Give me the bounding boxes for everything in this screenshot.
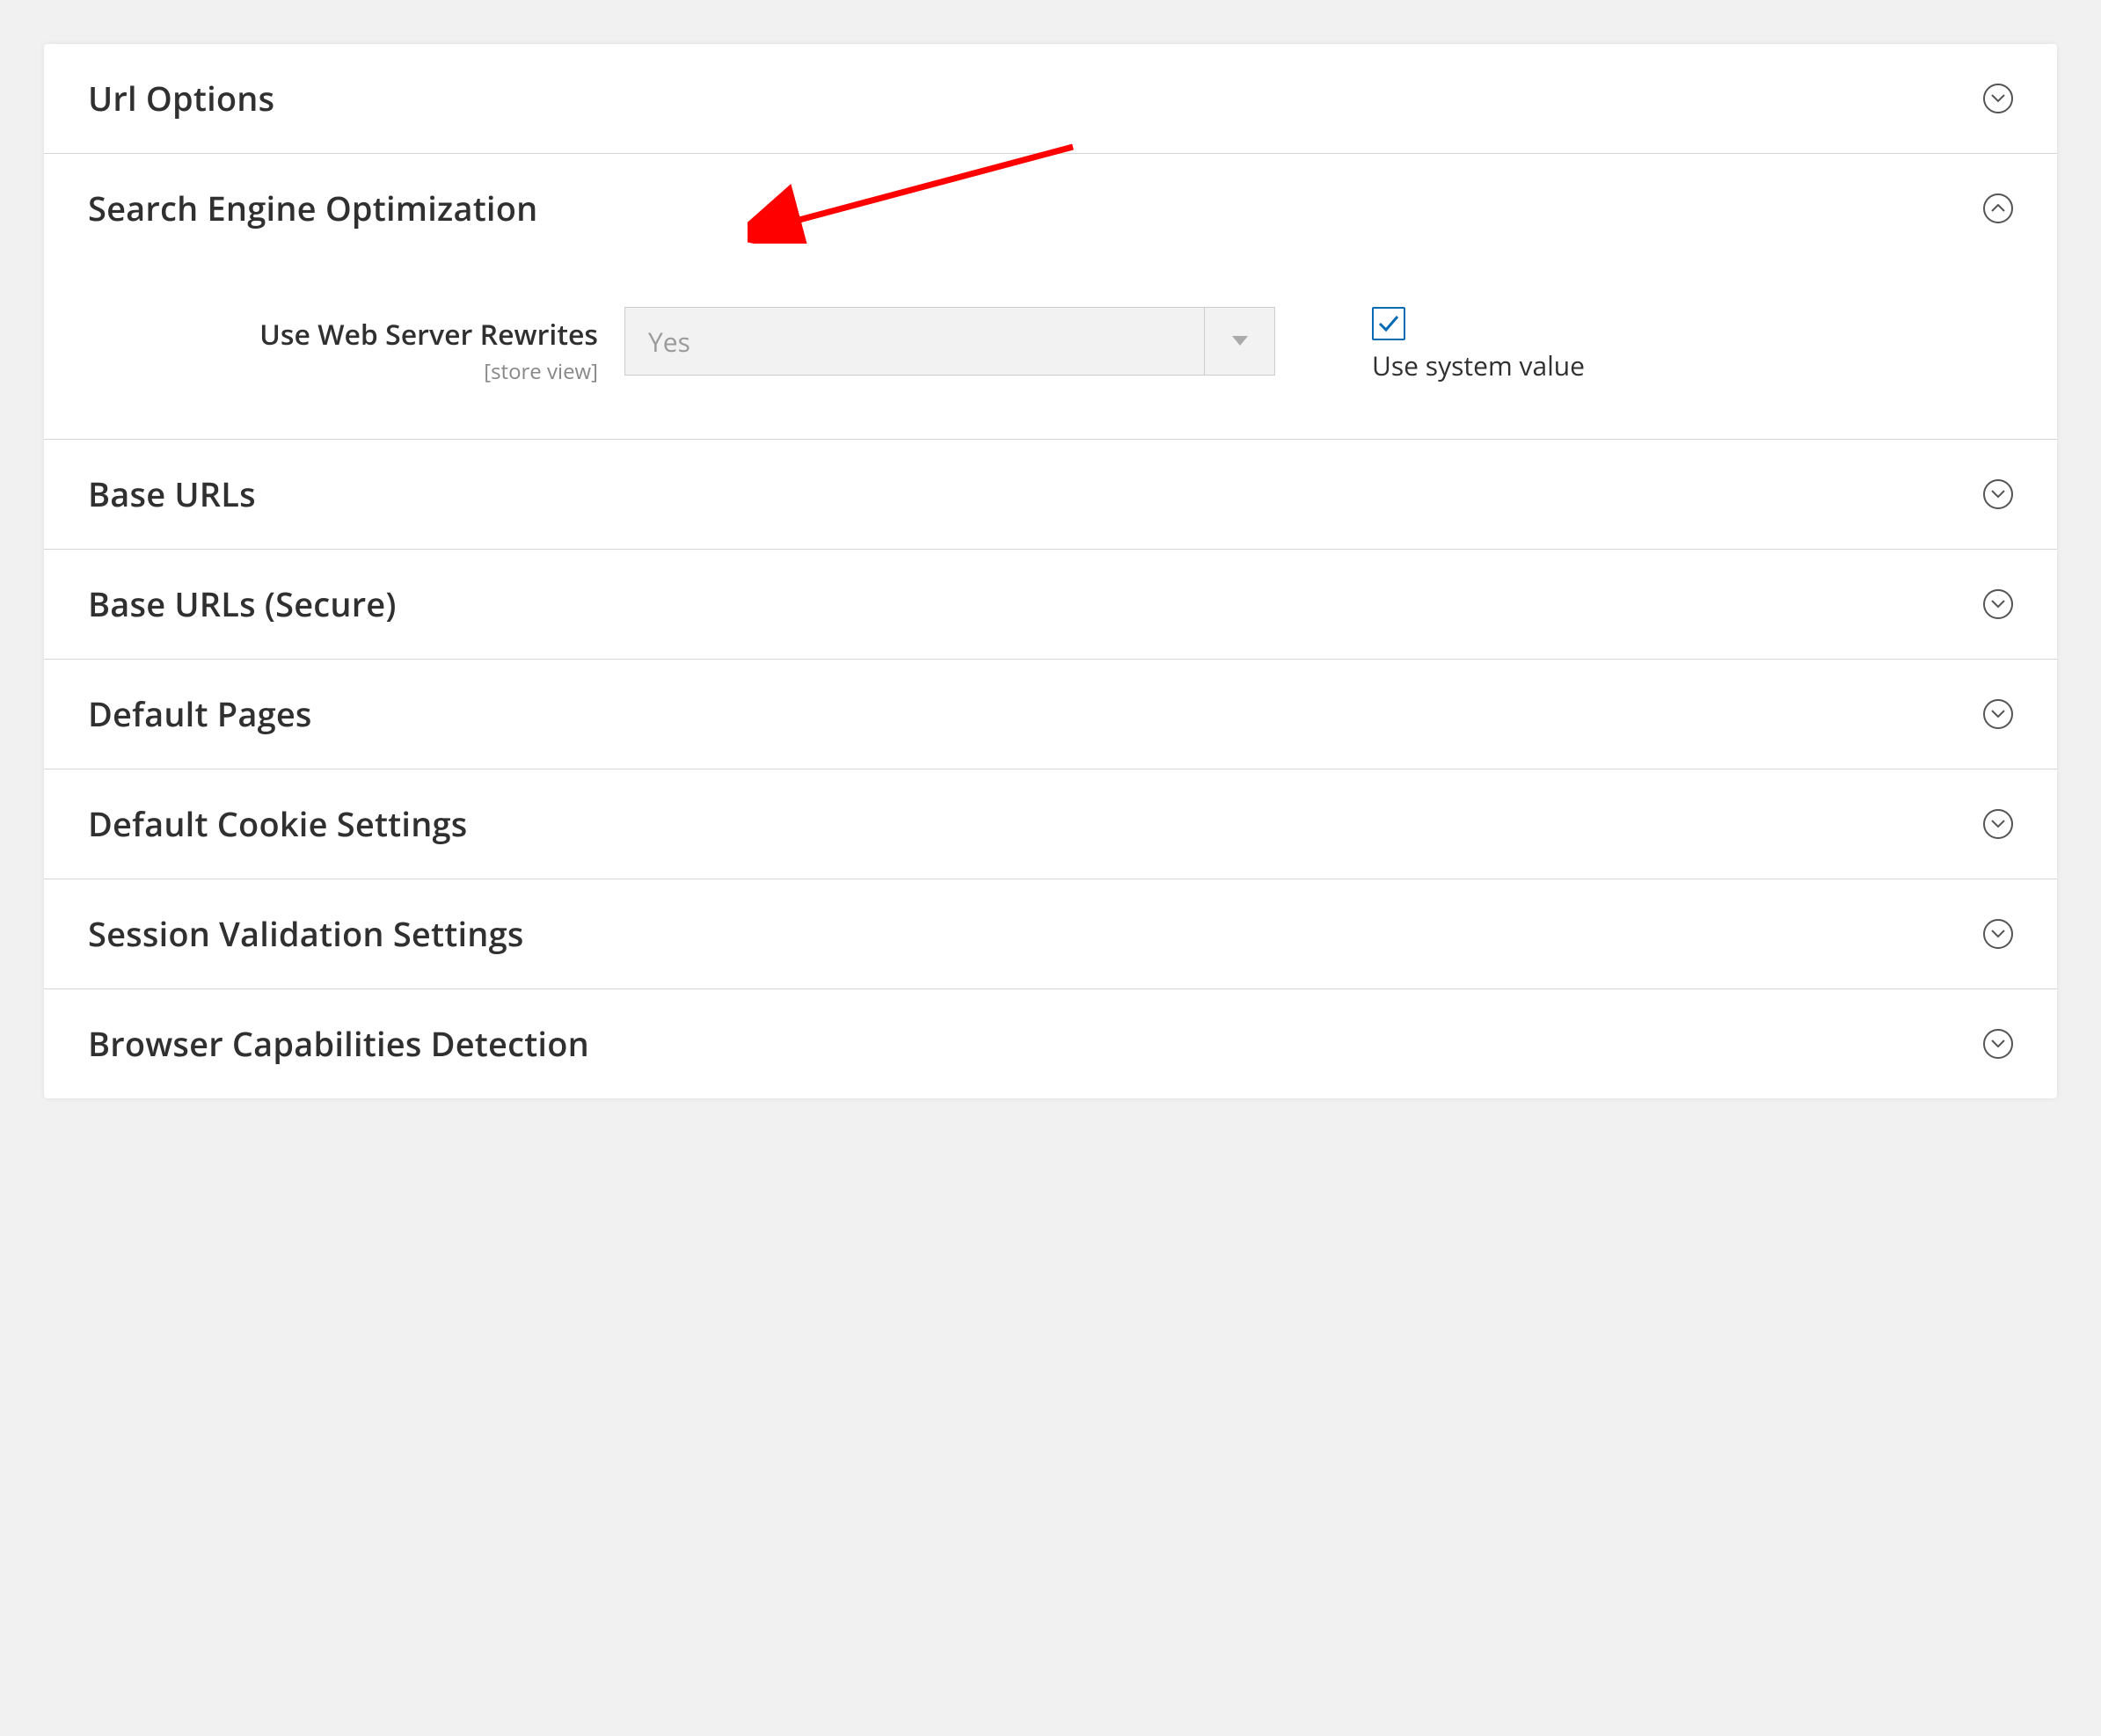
- chevron-down-icon: [1983, 809, 2013, 839]
- section-default-cookie: Default Cookie Settings: [44, 770, 2057, 879]
- section-header-default-pages[interactable]: Default Pages: [44, 660, 2057, 769]
- section-seo: Search Engine Optimization Use Web Serve…: [44, 154, 2057, 440]
- section-header-session-validation[interactable]: Session Validation Settings: [44, 879, 2057, 988]
- field-use-web-server-rewrites: Use Web Server Rewrites [store view] Yes: [88, 307, 2013, 386]
- section-header-base-urls-secure[interactable]: Base URLs (Secure): [44, 550, 2057, 659]
- config-panel: Url Options Search Engine Optimization: [44, 44, 2057, 1098]
- section-base-urls: Base URLs: [44, 440, 2057, 550]
- chevron-down-icon: [1983, 1029, 2013, 1059]
- section-body-seo: Use Web Server Rewrites [store view] Yes: [44, 263, 2057, 439]
- chevron-up-icon: [1983, 193, 2013, 223]
- chevron-down-icon: [1983, 479, 2013, 509]
- section-title: Browser Capabilities Detection: [88, 1021, 589, 1067]
- section-header-browser-caps[interactable]: Browser Capabilities Detection: [44, 989, 2057, 1098]
- section-title: Url Options: [88, 76, 274, 121]
- field-control-col: Yes: [624, 307, 1275, 376]
- use-system-value-checkbox[interactable]: [1372, 307, 1405, 340]
- section-title: Default Cookie Settings: [88, 801, 468, 847]
- section-browser-caps: Browser Capabilities Detection: [44, 989, 2057, 1098]
- chevron-down-icon: [1983, 919, 2013, 949]
- section-header-default-cookie[interactable]: Default Cookie Settings: [44, 770, 2057, 879]
- use-system-value-label: Use system value: [1372, 347, 1585, 383]
- section-base-urls-secure: Base URLs (Secure): [44, 550, 2057, 660]
- field-label-col: Use Web Server Rewrites [store view]: [88, 307, 598, 386]
- field-secondary-col: Use system value: [1302, 307, 1585, 383]
- section-session-validation: Session Validation Settings: [44, 879, 2057, 989]
- use-web-server-rewrites-select[interactable]: Yes: [624, 307, 1275, 376]
- check-icon: [1378, 315, 1399, 332]
- chevron-down-icon: [1983, 699, 2013, 729]
- caret-down-icon: [1204, 308, 1274, 375]
- chevron-down-icon: [1983, 589, 2013, 619]
- section-title: Default Pages: [88, 691, 312, 737]
- section-header-base-urls[interactable]: Base URLs: [44, 440, 2057, 549]
- select-value: Yes: [625, 308, 1204, 375]
- section-title: Base URLs (Secure): [88, 581, 397, 627]
- section-title: Base URLs: [88, 471, 256, 517]
- section-url-options: Url Options: [44, 44, 2057, 154]
- use-system-value-checkbox-row: Use system value: [1372, 307, 1585, 383]
- section-header-seo[interactable]: Search Engine Optimization: [44, 154, 2057, 263]
- section-title: Search Engine Optimization: [88, 186, 537, 231]
- chevron-down-icon: [1983, 84, 2013, 113]
- field-scope: [store view]: [88, 357, 598, 386]
- section-default-pages: Default Pages: [44, 660, 2057, 770]
- section-header-url-options[interactable]: Url Options: [44, 44, 2057, 153]
- field-label: Use Web Server Rewrites: [88, 316, 598, 354]
- section-title: Session Validation Settings: [88, 911, 524, 957]
